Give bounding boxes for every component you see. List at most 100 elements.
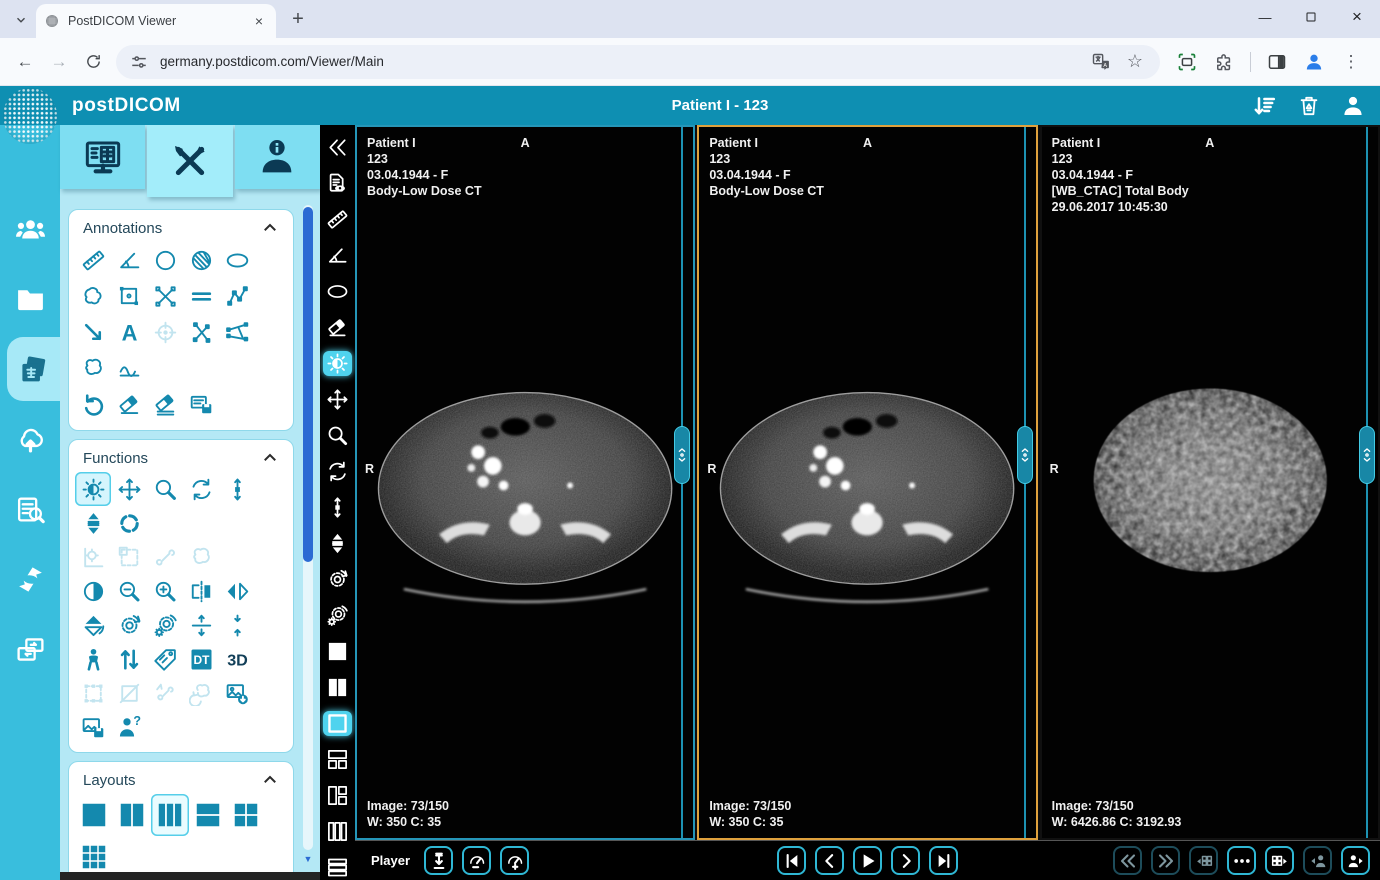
- three-d-tool-button[interactable]: 3D: [219, 642, 255, 676]
- circle-tool-button[interactable]: [147, 242, 183, 278]
- freehand-shutter-tool-button[interactable]: [183, 540, 219, 574]
- collapse-section-icon[interactable]: [261, 449, 279, 467]
- play-button[interactable]: [853, 846, 882, 875]
- bone-removal-tool-button[interactable]: [147, 676, 183, 710]
- collapse-section-icon[interactable]: [261, 771, 279, 789]
- cobb-angle-tool-button[interactable]: [219, 314, 255, 350]
- pan-tool-button[interactable]: [323, 387, 352, 412]
- sort-series-button[interactable]: [1252, 93, 1278, 119]
- reset-transform-tool-button[interactable]: [111, 608, 147, 642]
- shutter-tool-button[interactable]: [111, 540, 147, 574]
- next-image-button[interactable]: [891, 846, 920, 875]
- layout-1x2-button[interactable]: [323, 675, 352, 700]
- scroll-down-icon[interactable]: ▼: [303, 854, 313, 864]
- layout-1x1-button[interactable]: [75, 794, 113, 836]
- erase-tool-button[interactable]: [323, 315, 352, 340]
- save-annotations-button[interactable]: [183, 386, 219, 422]
- rotate-tool-button[interactable]: [323, 459, 352, 484]
- first-image-button[interactable]: [777, 846, 806, 875]
- extensions-icon[interactable]: [1213, 51, 1235, 73]
- ellipse-tool-button[interactable]: [323, 279, 352, 304]
- reset-transform-button[interactable]: [323, 567, 352, 592]
- series-scroll-handle[interactable]: [1017, 426, 1033, 484]
- magnify-tool-button[interactable]: [323, 423, 352, 448]
- undo-shutter-tool-button[interactable]: [183, 676, 219, 710]
- layout-3x3-button[interactable]: [75, 836, 113, 872]
- histogram-window-tool-button[interactable]: [75, 540, 111, 574]
- localizer-tool-button[interactable]: [111, 506, 147, 540]
- patient-query-tool-button[interactable]: ?: [111, 710, 147, 744]
- more-options-button[interactable]: [1227, 846, 1256, 875]
- parallel-lines-tool-button[interactable]: [183, 278, 219, 314]
- forward-button[interactable]: →: [42, 45, 76, 79]
- export-image-tool-button[interactable]: [219, 676, 255, 710]
- layout-1x3-button[interactable]: [151, 794, 189, 836]
- profile-avatar-icon[interactable]: [1303, 51, 1325, 73]
- patient-orientation-tool-button[interactable]: [75, 642, 111, 676]
- layout-current-button[interactable]: [323, 711, 352, 736]
- panel-scrollbar[interactable]: [303, 205, 313, 850]
- layout-1x1-button[interactable]: [323, 639, 352, 664]
- series-scroll-handle[interactable]: [1359, 426, 1375, 484]
- zoom-in-tool-button[interactable]: [147, 574, 183, 608]
- pan-tool-button[interactable]: [111, 472, 147, 506]
- layout-split-button[interactable]: [323, 783, 352, 808]
- account-button[interactable]: [1340, 93, 1366, 119]
- close-tab-icon[interactable]: ×: [250, 12, 268, 30]
- zoom-out-tool-button[interactable]: [111, 574, 147, 608]
- collapse-vertical-tool-button[interactable]: [219, 608, 255, 642]
- tab-tools-button[interactable]: [147, 125, 232, 197]
- next-series-button[interactable]: [1151, 846, 1180, 875]
- rotate-tool-button[interactable]: [183, 472, 219, 506]
- spline-tool-button[interactable]: [111, 350, 147, 386]
- angle-tool-button[interactable]: [323, 243, 352, 268]
- reload-button[interactable]: [76, 45, 110, 79]
- sidebar-upload-button[interactable]: [0, 407, 60, 471]
- new-tab-button[interactable]: +: [284, 5, 312, 33]
- angle-tool-button[interactable]: [111, 242, 147, 278]
- bounding-box-tool-button[interactable]: [75, 676, 111, 710]
- site-settings-icon[interactable]: [130, 53, 148, 71]
- back-button[interactable]: ←: [8, 45, 42, 79]
- tab-display-settings-button[interactable]: [60, 125, 145, 189]
- invert-tool-button[interactable]: [75, 574, 111, 608]
- scroll-tool-button[interactable]: [219, 472, 255, 506]
- last-image-button[interactable]: [929, 846, 958, 875]
- flip-horizontal-tool-button[interactable]: [183, 574, 219, 608]
- layout-rows-button[interactable]: [323, 855, 352, 880]
- sidebar-sync-button[interactable]: [0, 547, 60, 611]
- next-patient-button[interactable]: [1341, 846, 1370, 875]
- report-preview-button[interactable]: [323, 171, 352, 196]
- sidebar-remote-share-button[interactable]: [0, 617, 60, 681]
- flip-vertical-tool-button[interactable]: [219, 574, 255, 608]
- previous-series-button[interactable]: [1113, 846, 1142, 875]
- address-bar[interactable]: germany.postdicom.com/Viewer/Main A ☆: [116, 45, 1160, 79]
- ellipse-tool-button[interactable]: [219, 242, 255, 278]
- minimize-button[interactable]: —: [1242, 0, 1288, 34]
- rotate-flip-tool-button[interactable]: [75, 608, 111, 642]
- viewport-2-active[interactable]: Patient I123 03.04.1944 - FBody-Low Dose…: [697, 125, 1037, 840]
- screen-capture-icon[interactable]: [1176, 51, 1198, 73]
- tab-search-button[interactable]: [8, 7, 34, 33]
- intersecting-lines-tool-button[interactable]: [183, 314, 219, 350]
- maximize-button[interactable]: [1288, 0, 1334, 34]
- sidebar-patients-button[interactable]: [0, 197, 60, 261]
- text-tool-button[interactable]: A: [111, 314, 147, 350]
- translate-icon[interactable]: A: [1090, 51, 1112, 73]
- dt-tool-button[interactable]: DT: [183, 642, 219, 676]
- deleted-items-button[interactable]: [1296, 93, 1322, 119]
- window-level-tool-button[interactable]: [75, 472, 111, 506]
- browser-tab[interactable]: PostDICOM Viewer ×: [36, 4, 276, 38]
- probe-tool-button[interactable]: [147, 314, 183, 350]
- collapse-section-icon[interactable]: [261, 219, 279, 237]
- layout-1x2-button[interactable]: [113, 794, 151, 836]
- stack-scroll-tool-button[interactable]: [323, 531, 352, 556]
- closed-freehand-tool-button[interactable]: [75, 350, 111, 386]
- polyline-tool-button[interactable]: [219, 278, 255, 314]
- stack-scroll-tool-button[interactable]: [75, 506, 111, 540]
- cross-tool-button[interactable]: [147, 278, 183, 314]
- panel-scrollbar-thumb[interactable]: [303, 207, 313, 562]
- expand-vertical-tool-button[interactable]: [183, 608, 219, 642]
- length-tool-button[interactable]: [75, 242, 111, 278]
- undo-annotation-button[interactable]: [75, 386, 111, 422]
